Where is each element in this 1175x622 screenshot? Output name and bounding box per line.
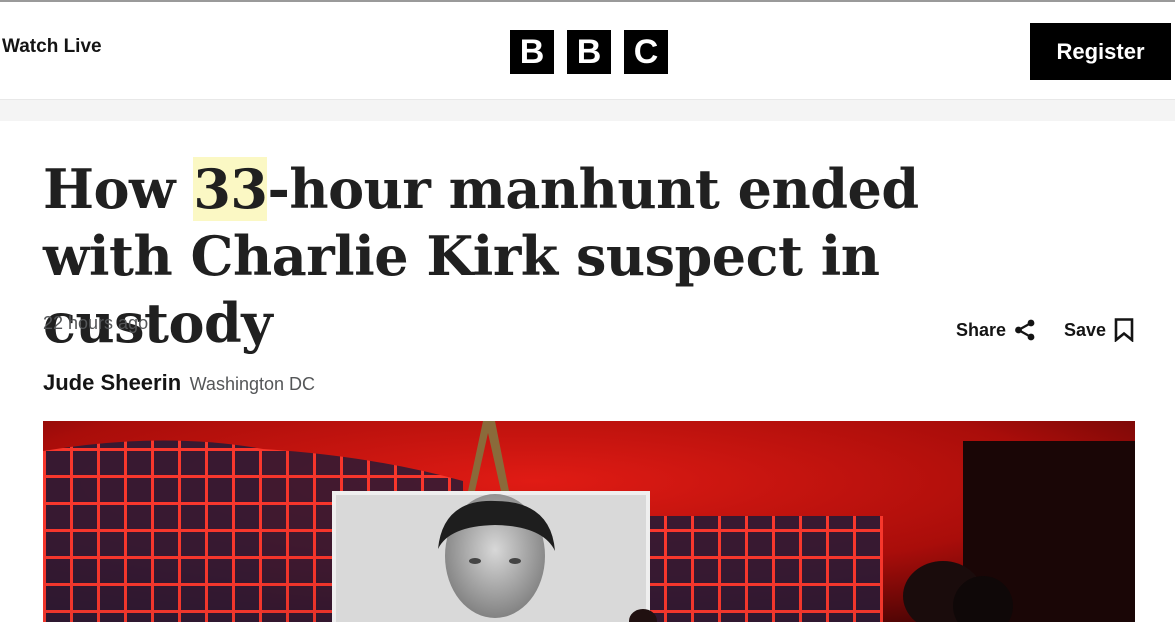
article-headline: How 33-hour manhunt ended with Charlie K… bbox=[43, 156, 1043, 357]
logo-letter-c: C bbox=[624, 30, 668, 74]
headline-start: How bbox=[43, 157, 194, 221]
register-button[interactable]: Register bbox=[1030, 23, 1171, 80]
share-icon bbox=[1014, 319, 1036, 341]
logo-letter-b1: B bbox=[510, 30, 554, 74]
byline: Jude Sheerin Washington DC bbox=[43, 370, 315, 396]
share-label: Share bbox=[956, 319, 1007, 340]
bbc-logo[interactable]: B B C bbox=[510, 30, 668, 74]
author-location: Washington DC bbox=[189, 374, 315, 394]
author-name[interactable]: Jude Sheerin bbox=[43, 370, 181, 395]
save-button[interactable]: Save bbox=[1064, 318, 1134, 342]
article-actions: Share Save bbox=[956, 318, 1134, 342]
nav-strip bbox=[0, 100, 1175, 121]
hero-photo-illustration bbox=[43, 421, 1135, 622]
bookmark-icon bbox=[1114, 318, 1134, 342]
site-header: Watch Live B B C Register bbox=[0, 2, 1175, 100]
logo-letter-b2: B bbox=[567, 30, 611, 74]
hero-image bbox=[43, 421, 1135, 622]
article-timestamp: 22 hours ago bbox=[43, 313, 149, 333]
watch-live-link[interactable]: Watch Live bbox=[2, 36, 102, 58]
save-label: Save bbox=[1064, 319, 1107, 340]
headline-highlight: 33 bbox=[193, 157, 268, 221]
share-button[interactable]: Share bbox=[956, 319, 1036, 341]
